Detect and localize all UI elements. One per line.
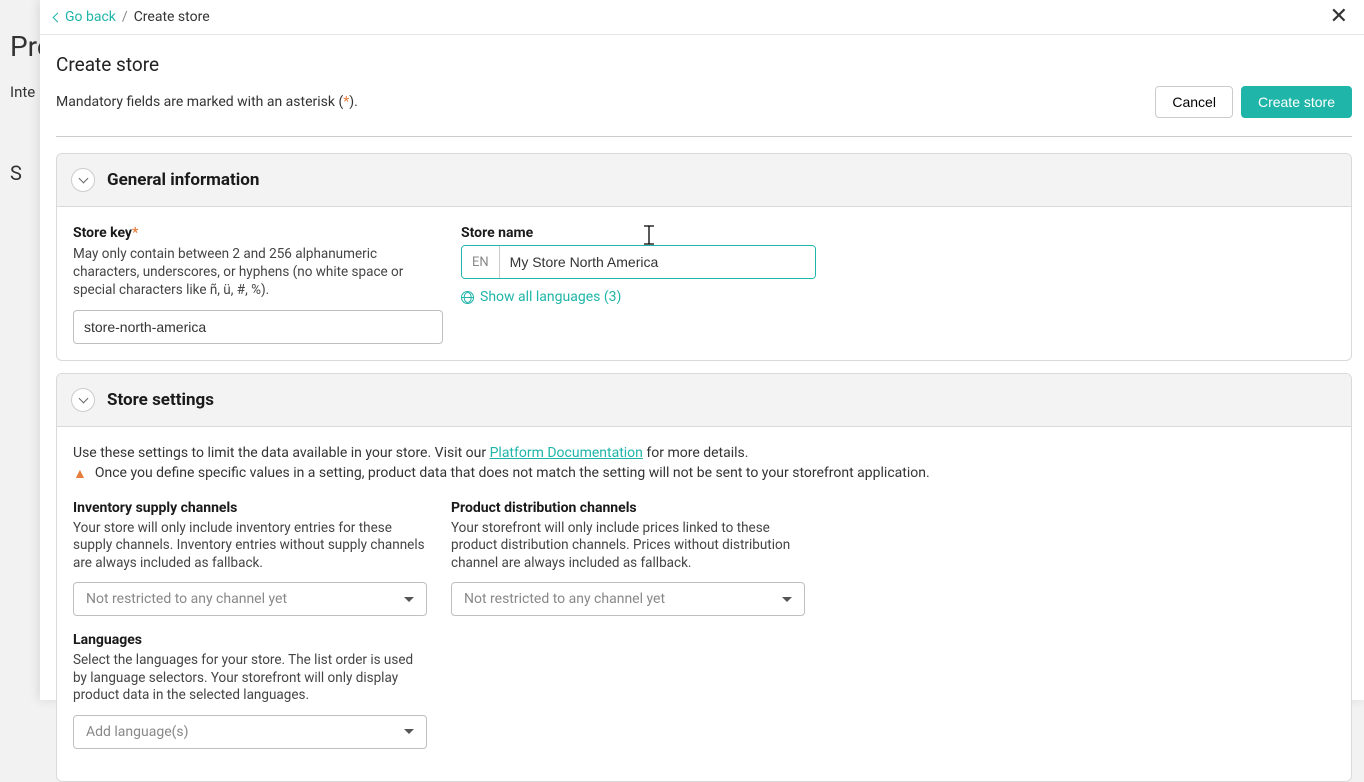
store-name-label: Store name	[461, 225, 816, 241]
intro-suffix: for more details.	[643, 445, 749, 461]
collapse-toggle[interactable]	[71, 388, 95, 412]
chevron-down-icon	[78, 393, 88, 403]
store-settings-section: Store settings Use these settings to lim…	[56, 373, 1352, 782]
mandatory-note: Mandatory fields are marked with an aste…	[56, 94, 358, 110]
intro-prefix: Use these settings to limit the data ava…	[73, 445, 490, 461]
languages-select[interactable]: Add language(s)	[73, 715, 427, 749]
settings-section-title: Store settings	[107, 390, 214, 410]
warning-icon: ▲	[73, 465, 87, 482]
go-back-label: Go back	[65, 9, 116, 25]
distribution-label: Product distribution channels	[451, 500, 805, 516]
distribution-select[interactable]: Not restricted to any channel yet	[451, 582, 805, 616]
page-title: Create store	[56, 53, 1352, 76]
create-store-modal: Go back / Create store ✕ Create store Ma…	[40, 0, 1364, 700]
caret-down-icon	[782, 597, 792, 602]
store-name-input[interactable]	[500, 246, 815, 278]
collapse-toggle[interactable]	[71, 168, 95, 192]
general-section-header[interactable]: General information	[57, 154, 1351, 207]
inventory-label: Inventory supply channels	[73, 500, 427, 516]
close-icon[interactable]: ✕	[1326, 6, 1352, 28]
caret-down-icon	[404, 729, 414, 734]
action-buttons: Cancel Create store	[1155, 86, 1352, 118]
cancel-button[interactable]: Cancel	[1155, 86, 1233, 118]
mandatory-prefix: Mandatory fields are marked with an aste…	[56, 94, 343, 110]
show-langs-label: Show all languages (3)	[480, 289, 621, 305]
settings-section-body: Use these settings to limit the data ava…	[57, 427, 1351, 781]
show-all-languages-link[interactable]: Show all languages (3)	[461, 289, 816, 305]
warning-text: Once you define specific values in a set…	[95, 465, 930, 481]
store-key-label: Store key*	[73, 225, 443, 241]
distribution-desc: Your storefront will only include prices…	[451, 520, 805, 573]
inventory-select[interactable]: Not restricted to any channel yet	[73, 582, 427, 616]
breadcrumb-current: Create store	[134, 9, 210, 25]
header-divider	[56, 136, 1352, 137]
store-key-hint: May only contain between 2 and 256 alpha…	[73, 245, 443, 300]
locale-tag: EN	[462, 246, 500, 278]
modal-content: Create store Mandatory fields are marked…	[40, 35, 1364, 782]
settings-intro: Use these settings to limit the data ava…	[73, 445, 1335, 461]
general-section-title: General information	[107, 170, 259, 190]
inventory-desc: Your store will only include inventory e…	[73, 520, 427, 573]
inventory-placeholder: Not restricted to any channel yet	[86, 591, 287, 607]
warning-row: ▲ Once you define specific values in a s…	[73, 465, 1335, 482]
languages-label: Languages	[73, 632, 427, 648]
languages-placeholder: Add language(s)	[86, 724, 189, 740]
general-information-section: General information Store key* May only …	[56, 153, 1352, 361]
chevron-down-icon	[78, 174, 88, 184]
breadcrumb: Go back / Create store	[54, 9, 210, 25]
caret-down-icon	[404, 597, 414, 602]
modal-nav-bar: Go back / Create store ✕	[40, 0, 1364, 35]
general-section-body: Store key* May only contain between 2 an…	[57, 207, 1351, 360]
platform-docs-link[interactable]: Platform Documentation	[490, 445, 643, 461]
store-key-label-text: Store key	[73, 225, 132, 241]
chevron-left-icon	[53, 12, 63, 22]
globe-icon	[461, 291, 474, 304]
breadcrumb-separator: /	[122, 9, 128, 25]
distribution-placeholder: Not restricted to any channel yet	[464, 591, 665, 607]
languages-desc: Select the languages for your store. The…	[73, 652, 427, 705]
required-asterisk: *	[132, 225, 138, 241]
store-name-input-wrapper: EN	[461, 245, 816, 279]
store-key-input[interactable]	[73, 310, 443, 344]
settings-section-header[interactable]: Store settings	[57, 374, 1351, 427]
mandatory-suffix: ).	[349, 94, 358, 110]
create-store-button[interactable]: Create store	[1241, 86, 1352, 118]
go-back-link[interactable]: Go back	[54, 9, 116, 25]
